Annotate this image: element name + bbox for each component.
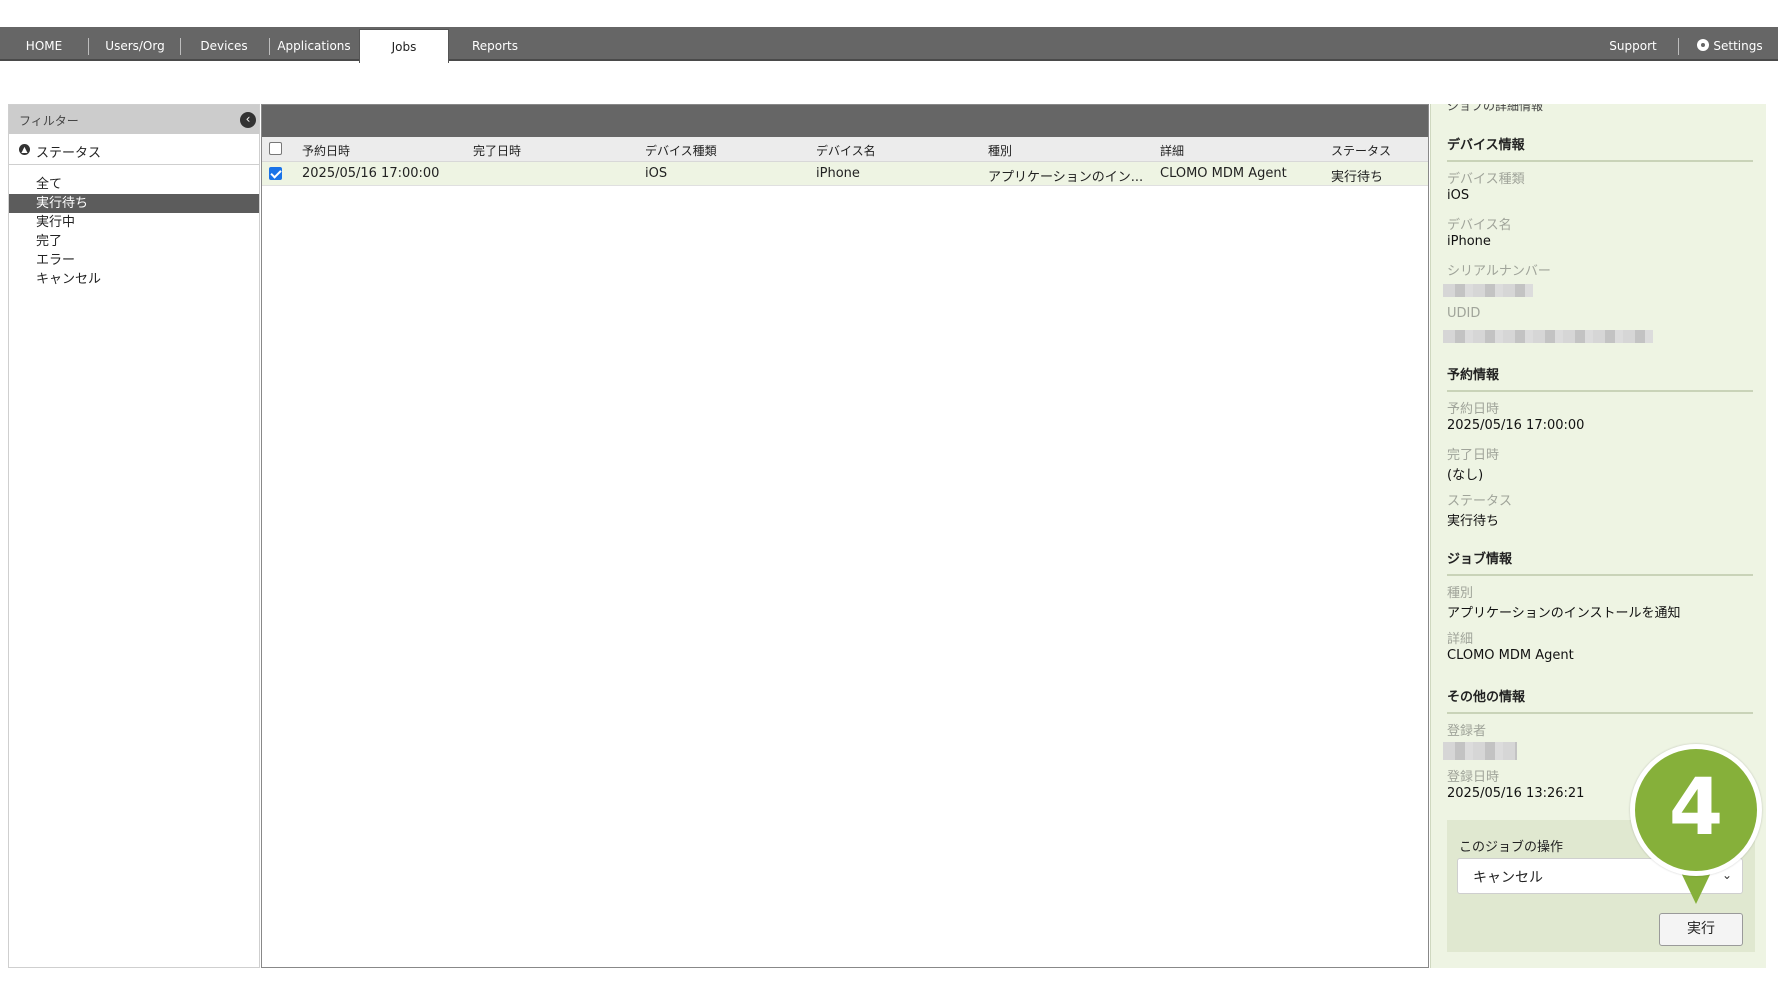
value-registered: 2025/05/16 13:26:21 [1447,786,1585,801]
label-device-name: デバイス名 [1447,218,1512,233]
row-device-name: iPhone [816,166,860,181]
value-device-name: iPhone [1447,234,1491,249]
job-operation-selected: キャンセル [1473,870,1543,886]
value-completed: (なし) [1447,468,1484,483]
column-scheduled[interactable]: 予約日時 [302,142,350,159]
status-filter-running[interactable]: 実行中 [9,213,259,232]
label-completed: 完了日時 [1447,448,1500,463]
nav-reports[interactable]: Reports [458,27,532,61]
registrant-redacted [1443,742,1517,760]
status-filter-list: 全て 実行待ち 実行中 完了 エラー キャンセル [9,175,259,289]
row-device-type: iOS [645,166,668,181]
nav-support[interactable]: Support [1600,27,1666,61]
column-kind[interactable]: 種別 [988,142,1012,159]
status-filter-header[interactable]: ▲ ステータス [9,139,259,165]
column-status[interactable]: ステータス [1331,142,1391,159]
filter-panel: フィルター ‹ ▲ ステータス 全て 実行待ち 実行中 完了 エラー キャンセル [8,104,260,968]
label-kind: 種別 [1447,586,1474,601]
value-detail: CLOMO MDM Agent [1447,648,1574,663]
value-kind: アプリケーションのインストールを通知 [1447,606,1681,621]
row-status: 実行待ち [1331,170,1384,185]
execute-button[interactable]: 実行 [1659,913,1743,946]
nav-separator [1678,38,1679,55]
detail-panel-title: ジョブの詳細情報 [1447,104,1544,113]
label-status: ステータス [1447,494,1513,509]
status-filter-title: ステータス [36,146,102,161]
nav-devices[interactable]: Devices [188,27,260,61]
label-udid: UDID [1447,306,1481,321]
nav-settings[interactable]: Settings [1690,27,1770,61]
section-schedule-info: 予約情報 [1447,364,1753,392]
chevron-up-icon: ▲ [19,144,30,155]
table-row[interactable]: 2025/05/16 17:00:00 iOS iPhone アプリケーションの… [262,162,1428,186]
column-device-name[interactable]: デバイス名 [816,142,876,159]
step-marker-number: 4 [1668,763,1724,853]
select-all-checkbox[interactable] [269,142,282,155]
column-completed[interactable]: 完了日時 [473,142,521,159]
nav-separator [88,38,89,55]
label-registrant: 登録者 [1447,724,1487,739]
status-filter-completed[interactable]: 完了 [9,232,259,251]
nav-applications[interactable]: Applications [275,27,353,61]
value-scheduled: 2025/05/16 17:00:00 [1447,418,1585,433]
value-device-type: iOS [1447,188,1470,203]
value-status: 実行待ち [1447,514,1500,529]
status-filter-cancel[interactable]: キャンセル [9,270,259,289]
chevron-down-icon: ⌄ [1721,868,1732,882]
filter-header: フィルター ‹ [9,105,259,134]
section-other-info: その他の情報 [1447,686,1753,714]
section-device-info: デバイス情報 [1447,134,1753,162]
label-detail: 詳細 [1447,632,1474,647]
chevron-left-icon[interactable]: ‹ [240,112,256,128]
gear-icon [1697,39,1710,51]
jobs-table-panel: 予約日時 完了日時 デバイス種類 デバイス名 種別 詳細 ステータス 2025/… [261,104,1429,968]
label-device-type: デバイス種類 [1447,172,1525,187]
status-filter-error[interactable]: エラー [9,251,259,270]
row-kind: アプリケーションのイン... [988,170,1144,185]
nav-users-org[interactable]: Users/Org [96,27,174,61]
status-filter-all[interactable]: 全て [9,175,259,194]
nav-separator [180,38,181,55]
label-registered: 登録日時 [1447,770,1500,785]
filter-title: フィルター [19,114,79,128]
table-header: 予約日時 完了日時 デバイス種類 デバイス名 種別 詳細 ステータス [262,137,1428,162]
step-marker: 4 [1630,744,1762,876]
nav-settings-label: Settings [1713,39,1763,53]
nav-jobs[interactable]: Jobs [359,29,449,63]
row-scheduled: 2025/05/16 17:00:00 [302,166,440,181]
udid-redacted [1443,330,1653,343]
top-navigation: HOME Users/Org Devices Applications Jobs… [0,27,1778,63]
column-detail[interactable]: 詳細 [1160,142,1184,159]
section-job-info: ジョブ情報 [1447,548,1753,576]
label-serial-number: シリアルナンバー [1447,264,1551,279]
table-toolbar [262,105,1428,137]
job-operation-label: このジョブの操作 [1459,840,1564,855]
serial-number-redacted [1443,284,1533,297]
status-filter-pending[interactable]: 実行待ち [9,194,259,213]
label-scheduled: 予約日時 [1447,402,1500,417]
row-detail: CLOMO MDM Agent [1160,166,1287,181]
column-device-type[interactable]: デバイス種類 [645,142,717,159]
nav-home[interactable]: HOME [10,27,78,61]
nav-separator [269,38,270,55]
row-checkbox[interactable] [269,167,282,180]
